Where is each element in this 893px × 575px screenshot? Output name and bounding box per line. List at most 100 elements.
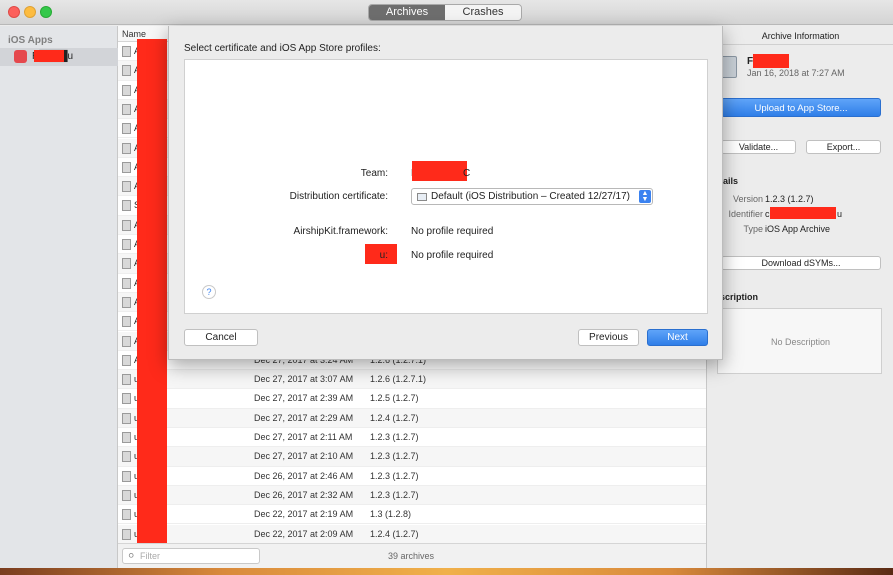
archive-icon — [721, 56, 737, 78]
app-profile-label: u: — [379, 250, 388, 261]
app-profile-value: No profile required — [411, 250, 494, 261]
xcode-organizer-window: Archives Crashes iOS Apps R████u Name AA… — [0, 0, 893, 568]
archive-icon — [122, 181, 131, 193]
archive-date: Dec 27, 2017 at 3:07 AM — [254, 374, 354, 385]
signing-options-panel: Team: F C Distribution certificate: Defa… — [184, 59, 708, 314]
filter-field[interactable]: ⚪ Filter — [122, 548, 260, 564]
previous-button[interactable]: Previous — [578, 329, 639, 346]
archive-date: Dec 27, 2017 at 2:29 AM — [254, 412, 354, 423]
archive-date: Dec 27, 2017 at 2:10 AM — [254, 451, 354, 462]
zoom-window-button[interactable] — [40, 6, 52, 18]
archive-row[interactable]: uDec 27, 2017 at 2:29 AM1.2.4 (1.2.7) — [118, 408, 706, 428]
sidebar-header: iOS Apps — [8, 35, 53, 46]
type-value: iOS App Archive — [765, 224, 831, 234]
archive-row[interactable]: uDec 27, 2017 at 2:39 AM1.2.5 (1.2.7) — [118, 389, 706, 409]
archive-row[interactable]: uDec 26, 2017 at 2:32 AM1.2.3 (1.2.7) — [118, 485, 706, 506]
archive-date: Dec 22, 2017 at 2:09 AM — [254, 528, 354, 539]
redaction — [770, 207, 836, 219]
sidebar-item-app[interactable]: R████u — [0, 48, 118, 66]
archive-icon — [122, 200, 131, 212]
archive-icon — [122, 393, 131, 405]
filter-icon: ⚪ — [127, 551, 136, 562]
identifier-value: c — [765, 209, 770, 219]
archive-icon — [122, 335, 131, 347]
archive-icon — [122, 509, 131, 521]
certificate-value: Default (iOS Distribution – Created 12/2… — [431, 191, 630, 202]
cancel-button[interactable]: Cancel — [184, 329, 258, 346]
archive-count: 39 archives — [388, 551, 435, 561]
tab-crashes[interactable]: Crashes — [445, 5, 521, 20]
archive-version: 1.2.6 (1.2.7.1) — [370, 374, 427, 385]
archive-icon — [122, 84, 131, 96]
archive-icon — [122, 277, 131, 289]
description-placeholder: No Description — [770, 337, 831, 347]
help-button[interactable]: ? — [202, 285, 216, 299]
redaction — [34, 50, 64, 62]
archive-icon — [122, 142, 131, 154]
archive-version: 1.2.4 (1.2.7) — [370, 412, 419, 423]
archive-row[interactable]: uDec 27, 2017 at 2:11 AM1.2.3 (1.2.7) — [118, 428, 706, 448]
distribution-certificate-label: Distribution certificate: — [289, 191, 388, 202]
archive-icon — [122, 219, 131, 231]
framework-label: AirshipKit.framework: — [293, 226, 388, 237]
archive-inspector: Archive Information F Jan 16, 2018 at 7:… — [706, 26, 893, 568]
redaction — [753, 54, 789, 68]
archive-version: 1.3 (1.2.8) — [370, 509, 412, 520]
archive-version: 1.2.3 (1.2.7) — [370, 451, 419, 462]
certificate-icon — [417, 193, 427, 201]
export-button[interactable]: Export... — [806, 140, 881, 154]
close-window-button[interactable] — [8, 6, 20, 18]
archive-icon — [122, 470, 131, 482]
archive-icon — [122, 528, 131, 540]
title-bar: Archives Crashes — [0, 0, 893, 25]
divider — [707, 44, 893, 45]
upload-to-app-store-button[interactable]: Upload to App Store... — [721, 98, 881, 117]
archive-icon — [122, 296, 131, 308]
distribution-certificate-popup[interactable]: Default (iOS Distribution – Created 12/2… — [411, 188, 653, 205]
archive-icon — [122, 103, 131, 115]
list-footer: ⚪ Filter 39 archives — [118, 543, 706, 568]
archive-icon — [122, 258, 131, 270]
archive-icon — [122, 316, 131, 328]
archive-icon — [122, 354, 131, 366]
description-box[interactable]: No Description — [717, 308, 882, 374]
popup-arrows-icon: ▲ ▼ — [639, 190, 651, 203]
tab-archives[interactable]: Archives — [369, 5, 445, 20]
archive-icon — [122, 451, 131, 463]
validate-button[interactable]: Validate... — [721, 140, 796, 154]
archive-date: Dec 26, 2017 at 2:32 AM — [254, 489, 354, 500]
archive-date: Jan 16, 2018 at 7:27 AM — [747, 68, 845, 78]
minimize-window-button[interactable] — [24, 6, 36, 18]
sheet-title: Select certificate and iOS App Store pro… — [184, 43, 381, 54]
organizer-segmented-control: Archives Crashes — [368, 4, 522, 21]
redaction — [137, 39, 167, 556]
download-dsyms-button[interactable]: Download dSYMs... — [721, 256, 881, 270]
redaction — [412, 161, 467, 181]
archive-icon — [122, 374, 131, 386]
desktop-background — [0, 568, 893, 575]
archive-icon — [122, 161, 131, 173]
archive-icon — [122, 432, 131, 443]
archive-version: 1.2.5 (1.2.7) — [370, 393, 419, 404]
archive-row[interactable]: uDec 22, 2017 at 2:19 AM1.3 (1.2.8) — [118, 505, 706, 525]
team-value-suffix: C — [463, 168, 471, 179]
archive-date: Dec 26, 2017 at 2:46 AM — [254, 470, 354, 481]
version-value: 1.2.3 (1.2.7) — [765, 194, 814, 204]
archive-version: 1.2.3 (1.2.7) — [370, 489, 419, 500]
inspector-title: Archive Information — [761, 31, 840, 41]
archive-row[interactable]: uDec 26, 2017 at 2:46 AM1.2.3 (1.2.7) — [118, 466, 706, 486]
archive-icon — [122, 239, 131, 250]
archive-icon — [122, 123, 131, 135]
archive-icon — [122, 489, 131, 501]
app-icon — [14, 50, 27, 63]
archive-icon — [122, 65, 131, 77]
column-header-name[interactable]: Name — [122, 29, 146, 39]
archive-row[interactable]: uDec 27, 2017 at 3:07 AM1.2.6 (1.2.7.1) — [118, 370, 706, 390]
archive-row[interactable]: uDec 22, 2017 at 2:09 AM1.2.4 (1.2.7) — [118, 524, 706, 544]
archive-date: Dec 27, 2017 at 2:11 AM — [254, 432, 353, 442]
filter-placeholder: Filter — [140, 551, 160, 561]
next-button[interactable]: Next — [647, 329, 708, 346]
archive-icon — [122, 46, 131, 57]
framework-value: No profile required — [411, 226, 494, 237]
archive-row[interactable]: uDec 27, 2017 at 2:10 AM1.2.3 (1.2.7) — [118, 447, 706, 467]
